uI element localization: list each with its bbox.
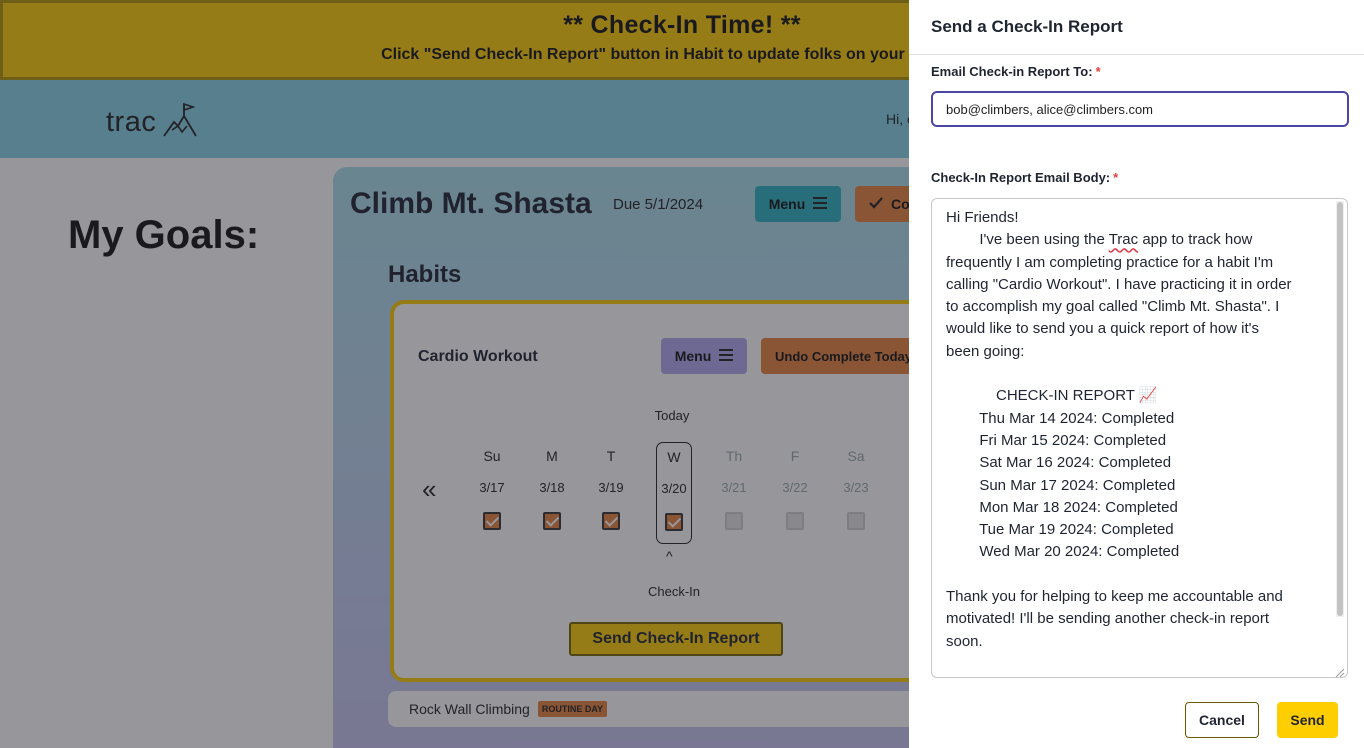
drawer-title: Send a Check-In Report bbox=[931, 17, 1123, 36]
cancel-button[interactable]: Cancel bbox=[1185, 702, 1259, 738]
body-line: Fri Mar 15 2024: Completed bbox=[946, 431, 1167, 449]
email-field-label: Email Check-in Report To: * bbox=[931, 64, 1101, 79]
body-line-part: I've been using the bbox=[946, 231, 1109, 249]
scrollbar-thumb[interactable] bbox=[1337, 202, 1343, 616]
drawer-header: Send a Check-In Report bbox=[909, 0, 1364, 55]
required-mark: * bbox=[1095, 64, 1101, 79]
spellcheck-word: Trac bbox=[1108, 231, 1139, 249]
body-line: Sat Mar 16 2024: Completed bbox=[946, 454, 1172, 472]
email-recipients-input[interactable] bbox=[931, 91, 1349, 127]
resize-grip-icon[interactable] bbox=[1335, 665, 1345, 677]
email-body-text: Hi Friends! I've been using the Trac app… bbox=[932, 199, 1347, 661]
body-line: Hi Friends! bbox=[946, 209, 1019, 226]
body-line: I've been using the Trac app to track ho… bbox=[946, 229, 1323, 251]
email-body-textarea[interactable]: Hi Friends! I've been using the Trac app… bbox=[931, 198, 1348, 678]
required-mark: * bbox=[1113, 170, 1119, 185]
body-line bbox=[946, 564, 1323, 586]
body-field-label: Check-In Report Email Body: * bbox=[931, 170, 1118, 185]
body-line: Sun Mar 17 2024: Completed bbox=[946, 476, 1176, 494]
body-line-part: app to track how bbox=[1138, 231, 1253, 249]
checkin-report-drawer: Send a Check-In Report Email Check-in Re… bbox=[909, 0, 1364, 748]
body-line: would like to send you a quick report of… bbox=[946, 320, 1260, 338]
email-label-text: Email Check-in Report To: bbox=[931, 64, 1093, 79]
body-line: Thank you for helping to keep me account… bbox=[946, 588, 1283, 606]
body-line: Mon Mar 18 2024: Completed bbox=[946, 498, 1178, 516]
body-line: frequently I am completing practice for … bbox=[946, 253, 1274, 271]
body-line: to accomplish my goal called "Climb Mt. … bbox=[946, 298, 1280, 316]
body-line: soon. bbox=[946, 632, 983, 650]
body-line: been going: bbox=[946, 342, 1025, 360]
body-line: CHECK-IN REPORT 📈 bbox=[946, 387, 1158, 405]
body-line: calling "Cardio Workout". I have practic… bbox=[946, 275, 1292, 293]
body-line: motivated! I'll be sending another check… bbox=[946, 610, 1270, 628]
body-label-text: Check-In Report Email Body: bbox=[931, 170, 1111, 185]
body-line: Thu Mar 14 2024: Completed bbox=[946, 409, 1175, 427]
body-line bbox=[946, 363, 1323, 385]
body-line: Wed Mar 20 2024: Completed bbox=[946, 543, 1180, 561]
send-button[interactable]: Send bbox=[1277, 702, 1338, 738]
body-line: Tue Mar 19 2024: Completed bbox=[946, 521, 1174, 539]
